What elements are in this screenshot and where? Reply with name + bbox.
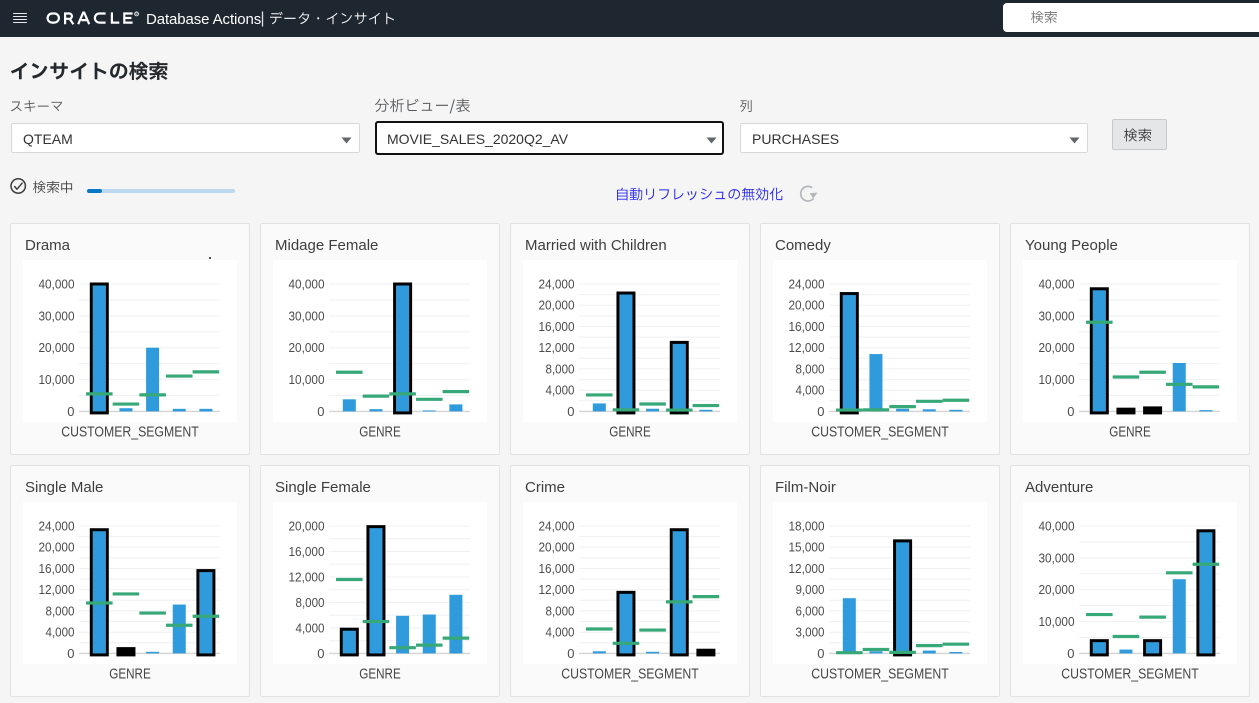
svg-text:10,000: 10,000 [39, 372, 75, 387]
svg-text:15,000: 15,000 [789, 540, 825, 555]
svg-text:3,000: 3,000 [796, 625, 825, 640]
svg-text:24,000: 24,000 [539, 277, 575, 292]
svg-text:20,000: 20,000 [289, 519, 325, 534]
svg-text:10,000: 10,000 [289, 372, 325, 387]
svg-text:30,000: 30,000 [289, 308, 325, 323]
svg-text:20,000: 20,000 [289, 340, 325, 355]
svg-text:20,000: 20,000 [39, 540, 75, 555]
svg-text:CUSTOMER_SEGMENT: CUSTOMER_SEGMENT [1061, 667, 1199, 683]
svg-text:20,000: 20,000 [1039, 582, 1075, 597]
svg-text:18,000: 18,000 [789, 519, 825, 534]
svg-text:12,000: 12,000 [539, 340, 575, 355]
svg-text:40,000: 40,000 [289, 277, 325, 292]
svg-text:12,000: 12,000 [789, 340, 825, 355]
svg-text:0: 0 [317, 404, 324, 419]
svg-text:8,000: 8,000 [546, 361, 575, 376]
svg-text:GENRE: GENRE [109, 667, 151, 683]
svg-text:24,000: 24,000 [39, 519, 75, 534]
svg-text:8,000: 8,000 [46, 603, 75, 618]
svg-text:4,000: 4,000 [46, 625, 75, 640]
svg-text:12,000: 12,000 [39, 582, 75, 597]
svg-text:0: 0 [567, 404, 574, 419]
svg-text:10,000: 10,000 [1039, 372, 1075, 387]
svg-text:12,000: 12,000 [539, 582, 575, 597]
svg-text:8,000: 8,000 [296, 595, 325, 610]
svg-text:4,000: 4,000 [546, 625, 575, 640]
svg-text:6,000: 6,000 [796, 603, 825, 618]
svg-text:0: 0 [1067, 646, 1074, 661]
svg-text:20,000: 20,000 [789, 298, 825, 313]
svg-text:12,000: 12,000 [289, 570, 325, 585]
svg-text:8,000: 8,000 [796, 361, 825, 376]
svg-text:24,000: 24,000 [539, 519, 575, 534]
svg-text:4,000: 4,000 [796, 383, 825, 398]
svg-text:CUSTOMER_SEGMENT: CUSTOMER_SEGMENT [811, 425, 949, 441]
svg-text:16,000: 16,000 [39, 561, 75, 576]
svg-text:40,000: 40,000 [39, 277, 75, 292]
svg-text:0: 0 [567, 646, 574, 661]
svg-text:0: 0 [317, 646, 324, 661]
svg-text:24,000: 24,000 [789, 277, 825, 292]
svg-text:20,000: 20,000 [1039, 340, 1075, 355]
svg-text:40,000: 40,000 [1039, 277, 1075, 292]
svg-text:0: 0 [67, 646, 74, 661]
svg-text:10,000: 10,000 [1039, 614, 1075, 629]
svg-text:8,000: 8,000 [546, 603, 575, 618]
svg-text:16,000: 16,000 [789, 319, 825, 334]
svg-text:CUSTOMER_SEGMENT: CUSTOMER_SEGMENT [811, 667, 949, 683]
svg-text:30,000: 30,000 [39, 308, 75, 323]
svg-text:4,000: 4,000 [296, 620, 325, 635]
svg-text:16,000: 16,000 [289, 544, 325, 559]
svg-text:12,000: 12,000 [789, 561, 825, 576]
svg-text:GENRE: GENRE [609, 425, 651, 441]
svg-text:GENRE: GENRE [359, 667, 401, 683]
svg-text:40,000: 40,000 [1039, 519, 1075, 534]
svg-text:CUSTOMER_SEGMENT: CUSTOMER_SEGMENT [561, 667, 699, 683]
svg-text:0: 0 [1067, 404, 1074, 419]
svg-text:20,000: 20,000 [539, 298, 575, 313]
svg-text:30,000: 30,000 [1039, 308, 1075, 323]
svg-text:GENRE: GENRE [1109, 425, 1151, 441]
svg-text:GENRE: GENRE [359, 425, 401, 441]
svg-text:16,000: 16,000 [539, 319, 575, 334]
svg-text:0: 0 [817, 404, 824, 419]
svg-text:20,000: 20,000 [539, 540, 575, 555]
svg-text:30,000: 30,000 [1039, 550, 1075, 565]
svg-text:0: 0 [67, 404, 74, 419]
svg-text:CUSTOMER_SEGMENT: CUSTOMER_SEGMENT [61, 425, 199, 441]
svg-text:0: 0 [817, 646, 824, 661]
svg-text:20,000: 20,000 [39, 340, 75, 355]
svg-text:9,000: 9,000 [796, 582, 825, 597]
svg-text:16,000: 16,000 [539, 561, 575, 576]
svg-text:4,000: 4,000 [546, 383, 575, 398]
